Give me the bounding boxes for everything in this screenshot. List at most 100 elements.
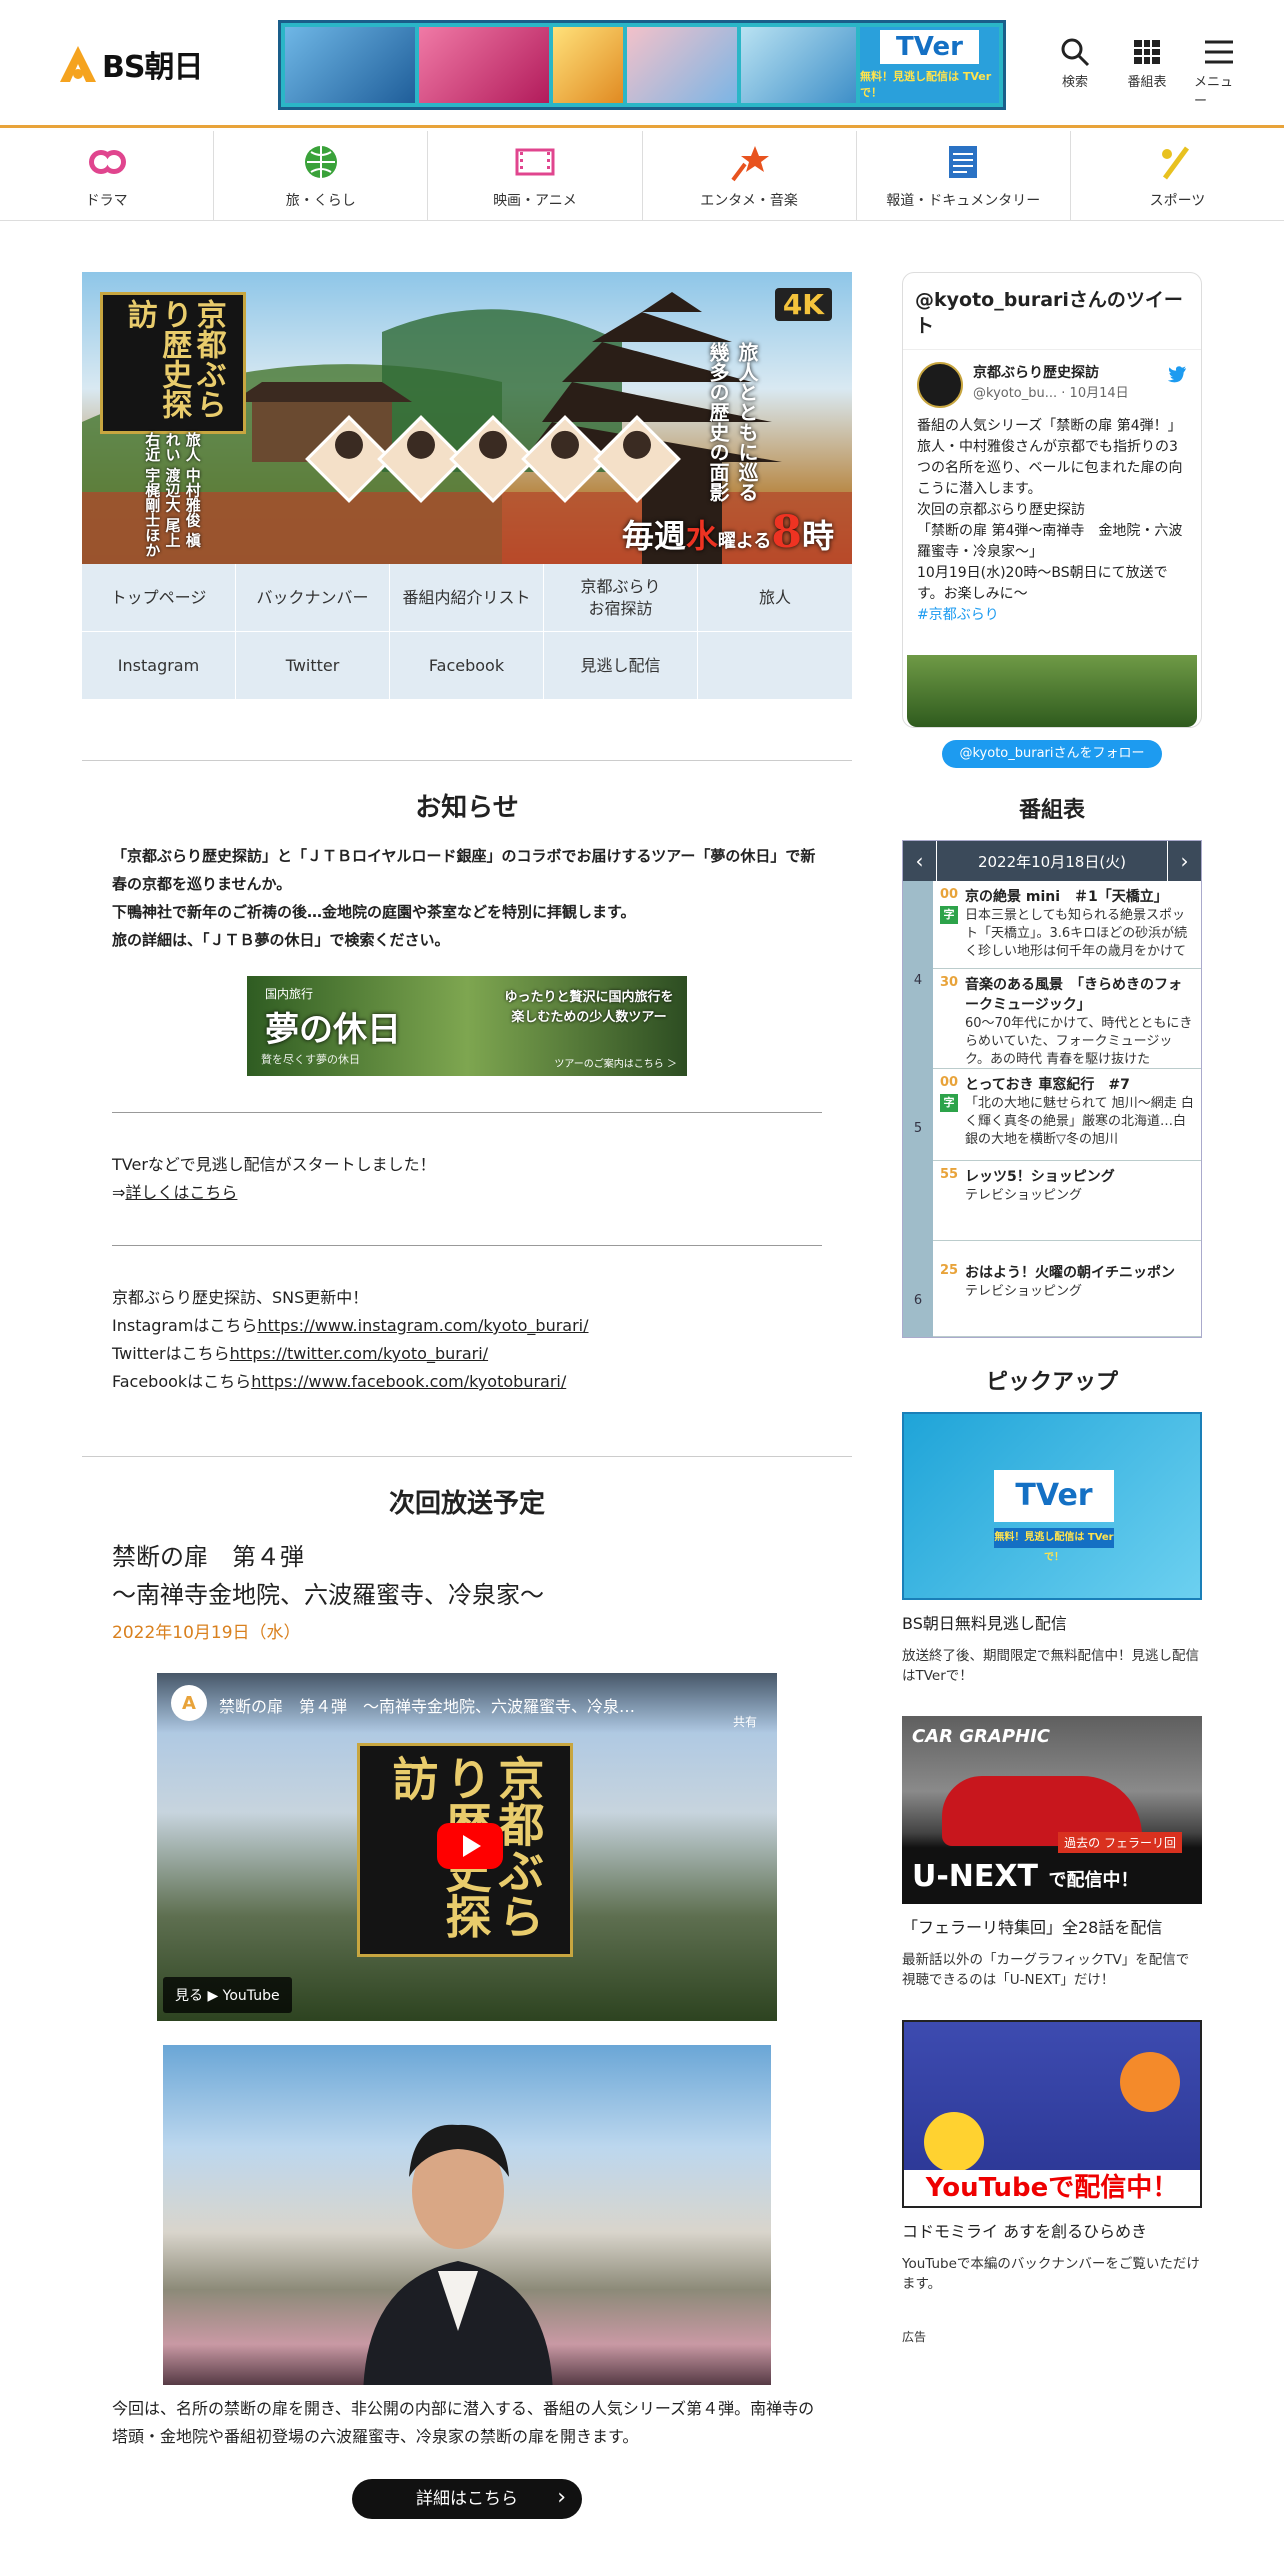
nav-traveler[interactable]: 旅人 — [698, 564, 852, 632]
nav-backnumber[interactable]: バックナンバー — [236, 564, 390, 632]
pickup-item[interactable]: TVer 無料！見逃し配信は TVerで！ BS朝日無料見逃し配信 放送終了後、… — [902, 1412, 1202, 1686]
pickup-image-tver[interactable]: TVer 無料！見逃し配信は TVerで！ — [902, 1412, 1202, 1600]
car-graphic-logo: CAR GRAPHIC — [912, 1726, 1050, 1747]
pickup-caption[interactable]: BS朝日無料見逃し配信 — [902, 1610, 1202, 1634]
nav-instagram[interactable]: Instagram — [82, 632, 236, 700]
yume-no-kyujitsu-banner[interactable]: 国内旅行 夢の休日 贅を尽くす夢の休日 ゆったりと贅沢に国内旅行を楽しむための少… — [247, 976, 687, 1076]
program-hero-image: 京都ぶらり歴史探訪 4K 旅人とともに巡る幾多の歴史の面影 旅人 中村雅俊 槇れ… — [82, 272, 852, 564]
program-title-logo: 京都ぶらり歴史探訪 — [100, 292, 246, 434]
tver-logo: TVer — [880, 30, 979, 64]
pickup-caption[interactable]: コドモミライ あすを創るひらめき — [902, 2218, 1202, 2242]
tver-details-link[interactable]: 詳しくはこちら — [125, 1183, 237, 1202]
program-nav: トップページ バックナンバー 番組内紹介リスト 京都ぶらり お宿探訪 旅人 In… — [82, 564, 852, 700]
video-title[interactable]: 禁断の扉 第４弾 ～南禅寺金地院、六波羅蜜寺、冷泉家～ — [219, 1693, 649, 1717]
details-button[interactable]: 詳細はこちら — [352, 2478, 582, 2519]
pickup-desc: YouTubeで本編のバックナンバーをご覧いただけます。 — [902, 2256, 1200, 2292]
play-button[interactable] — [437, 1823, 503, 1869]
site-header: BS朝日 TVer 無料！見逃し配信は TVerで！ 検索 番組表 メニュー — [0, 0, 1284, 128]
twitter-heading: @kyoto_burariさんのツイート — [903, 273, 1201, 350]
epg-program[interactable]: 00 字 とっておき 車窓紀行 #7 「北の大地に魅せられて 旭川〜網走 白く輝く真… — [933, 1069, 1201, 1161]
tweet-handle: @kyoto_bu... · 10月14日 — [973, 386, 1129, 401]
header-banner-ad[interactable]: TVer 無料！見逃し配信は TVerで！ — [278, 20, 1006, 110]
pickup-image-unext[interactable]: CAR GRAPHIC 過去の フェラーリ回 U-NEXT で配信中！ — [902, 1716, 1202, 1904]
tweet-author[interactable]: 京都ぶらり歴史探訪 @kyoto_bu... · 10月14日 — [903, 350, 1201, 416]
nav-intro-list[interactable]: 番組内紹介リスト — [390, 564, 544, 632]
banner-image — [419, 27, 549, 103]
program-desc: テレビショッピング — [965, 1188, 1083, 1203]
banner-image — [741, 27, 856, 103]
logo-text: BS朝日 — [102, 50, 203, 85]
tver-logo: TVer — [994, 1470, 1114, 1522]
genre-label: 映画・アニメ — [493, 192, 577, 209]
next-day-button[interactable]: › — [1167, 841, 1201, 881]
yume-cta: ツアーのご案内はこちら ＞ — [554, 1059, 677, 1070]
facebook-link[interactable]: https://www.facebook.com/kyotoburari/ — [251, 1372, 566, 1391]
sns-notice: 京都ぶらり歴史探訪、SNS更新中！ Instagramはこちらhttps://w… — [82, 1246, 852, 1456]
yume-kicker: 国内旅行 — [265, 987, 314, 1001]
nav-facebook[interactable]: Facebook — [390, 632, 544, 700]
share-button[interactable]: 共有 — [733, 1713, 757, 1730]
prev-day-button[interactable]: ‹ — [903, 841, 937, 881]
bs-asahi-logo[interactable]: BS朝日 — [58, 40, 208, 88]
search-icon — [1061, 38, 1090, 67]
caption-badge: 字 — [940, 906, 958, 924]
drama-icon — [88, 149, 126, 174]
genre-news[interactable]: 報道・ドキュメンタリー — [857, 131, 1071, 220]
nav-top[interactable]: トップページ — [82, 564, 236, 632]
menu-button[interactable]: メニュー — [1194, 36, 1244, 109]
program-guide-button[interactable]: 番組表 — [1122, 36, 1172, 109]
youtube-embed[interactable]: A 禁断の扉 第４弾 ～南禅寺金地院、六波羅蜜寺、冷泉家～ 共有 京都ぶらり歴史… — [157, 1673, 777, 2021]
program-desc: 「北の大地に魅せられて 旭川〜網走 白く輝く真冬の絶景」厳寒の北海道…白銀の大地… — [965, 1096, 1194, 1147]
tver-text: TVerなどで見逃し配信がスタートしました！ — [112, 1155, 436, 1174]
program-title: 音楽のある風景 「きらめきのフォークミュージック」 — [965, 977, 1182, 1013]
channel-avatar[interactable]: A — [171, 1685, 207, 1721]
program-desc: 60～70年代にかけて、時代とともにきらめいていた、フォークミュージック。あの時… — [965, 1016, 1193, 1067]
pickup-item[interactable]: CAR GRAPHIC 過去の フェラーリ回 U-NEXT で配信中！ 「フェラ… — [902, 1716, 1202, 1990]
epg-title: 番組表 — [1018, 798, 1085, 823]
twitter-timeline: @kyoto_burariさんのツイート 京都ぶらり歴史探訪 @kyoto_bu… — [902, 272, 1202, 728]
program-guide: ‹ 2022年10月18日(火) › 4 5 6 00 字 京の絶景 mini ＃… — [902, 840, 1202, 1338]
pickup-item[interactable]: YouTubeで配信中！ コドモミライ あすを創るひらめき YouTubeで本編… — [902, 2020, 1202, 2294]
genre-entertainment[interactable]: エンタメ・音楽 — [643, 131, 857, 220]
genre-sports[interactable]: スポーツ — [1071, 131, 1284, 220]
program-minute: 25 — [939, 1263, 959, 1278]
ferrari-tag: 過去の フェラーリ回 — [1058, 1832, 1182, 1853]
banner-image — [285, 27, 415, 103]
hero-cast: 旅人 中村雅俊 槇れい 渡辺大 尾上右近 宇梶剛士ほか — [143, 432, 202, 558]
pickup-image-kodomomirai[interactable]: YouTubeで配信中！ — [902, 2020, 1202, 2208]
epg-body: 4 5 6 00 字 京の絶景 mini ＃1「天橋立」 日本三景としても知られる絶… — [903, 881, 1201, 1337]
nav-twitter[interactable]: Twitter — [236, 632, 390, 700]
epg-program[interactable]: 55 レッツ5！ショッピング テレビショッピング — [933, 1161, 1201, 1241]
sns-label: Instagramはこちら — [112, 1316, 258, 1335]
youtube-banner: YouTubeで配信中！ — [904, 2170, 1200, 2206]
watch-on-youtube-button[interactable]: 見る ▶ YouTube — [163, 1977, 292, 2013]
tweet-image[interactable] — [907, 655, 1197, 727]
epg-program[interactable]: 30 音楽のある風景 「きらめきのフォークミュージック」 60～70年代にかけて、… — [933, 969, 1201, 1069]
pickup-title: ピックアップ — [985, 1370, 1118, 1395]
genre-label: スポーツ — [1149, 192, 1206, 209]
genre-drama[interactable]: ドラマ — [0, 131, 215, 220]
pickup-caption[interactable]: 「フェラーリ特集回」全28話を配信 — [902, 1914, 1202, 1938]
nav-streaming[interactable]: 見逃し配信 — [544, 632, 698, 700]
hour-label: 4 — [913, 973, 923, 988]
nav-inn[interactable]: 京都ぶらり お宿探訪 — [544, 564, 698, 632]
genre-travel[interactable]: 旅・くらし — [214, 131, 429, 220]
genre-movie[interactable]: 映画・アニメ — [428, 131, 643, 220]
epg-program-list: 00 字 京の絶景 mini ＃1「天橋立」 日本三景としても知られる絶景スポット「… — [933, 881, 1201, 1337]
epg-program[interactable]: 25 おはよう！火曜の朝イチニッポン テレビショッピング — [933, 1241, 1201, 1337]
avatar[interactable] — [917, 362, 963, 408]
sun-illustration — [1120, 2052, 1180, 2112]
twitter-follow-button[interactable]: @kyoto_burariさんをフォロー — [942, 740, 1162, 768]
banner-image — [553, 27, 623, 103]
tweet-hashtag[interactable]: #京都ぶらり — [903, 605, 1201, 626]
traveler-photo — [163, 2045, 771, 2385]
epg-program[interactable]: 00 字 京の絶景 mini ＃1「天橋立」 日本三景としても知られる絶景スポット「… — [933, 881, 1201, 969]
twitter-link[interactable]: https://twitter.com/kyoto_burari/ — [230, 1344, 488, 1363]
sports-icon — [1162, 146, 1190, 179]
search-button[interactable]: 検索 — [1050, 36, 1100, 109]
epg-header: ‹ 2022年10月18日(火) › — [903, 841, 1201, 881]
hour-label: 6 — [913, 1293, 923, 1308]
instagram-link[interactable]: https://www.instagram.com/kyoto_burari/ — [257, 1316, 588, 1335]
banner-tver: TVer 無料！見逃し配信は TVerで！ — [860, 27, 999, 103]
program-minute: 30 — [939, 975, 959, 990]
